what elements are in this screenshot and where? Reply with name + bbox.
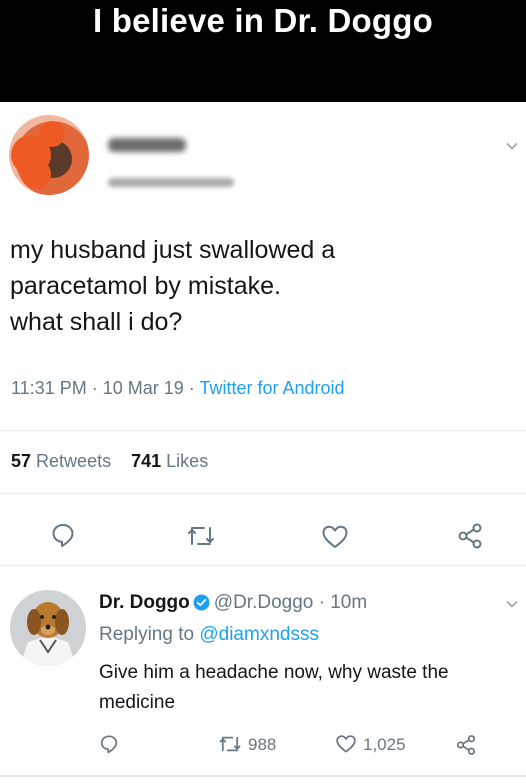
reply-time: 10m bbox=[330, 592, 368, 613]
share-icon bbox=[456, 735, 476, 755]
reply-like-count: 1,025 bbox=[363, 735, 406, 754]
reply-icon[interactable] bbox=[50, 522, 76, 548]
divider bbox=[0, 493, 526, 494]
divider bbox=[0, 775, 526, 777]
author-name-redacted bbox=[108, 138, 186, 152]
separator-dot: · bbox=[188, 378, 200, 398]
tweet-stats: 57 Retweets 741 Likes bbox=[11, 451, 208, 472]
reply-author-handle[interactable]: @Dr.Doggo bbox=[214, 592, 314, 613]
reply-share-button[interactable] bbox=[455, 734, 483, 757]
meme-caption-banner: I believe in Dr. Doggo bbox=[0, 0, 526, 102]
tweet-line: paracetamol by mistake. bbox=[10, 272, 281, 300]
chevron-down-icon[interactable] bbox=[506, 598, 518, 610]
reply-retweet-button[interactable]: 988 bbox=[218, 734, 276, 755]
separator-dot: · bbox=[91, 378, 103, 398]
reply-header: Dr. Doggo @Dr.Doggo · 10m bbox=[99, 592, 367, 614]
retweet-icon[interactable] bbox=[186, 524, 216, 548]
reply-text: Give him a headache now, why waste the m… bbox=[99, 658, 499, 718]
reply-author-name[interactable]: Dr. Doggo bbox=[99, 592, 190, 613]
replying-to-handle[interactable]: @diamxndsss bbox=[199, 624, 319, 645]
heart-icon[interactable] bbox=[321, 524, 349, 550]
meme-caption: I believe in Dr. Doggo bbox=[93, 2, 433, 39]
tweet-time: 11:31 PM bbox=[11, 378, 87, 398]
reply-author-avatar[interactable] bbox=[10, 590, 86, 666]
separator-dot: · bbox=[318, 592, 325, 613]
retweet-label: Retweets bbox=[36, 451, 112, 471]
reply-line: Give him a headache now, why waste the bbox=[99, 662, 449, 683]
tweet-meta: 11:31 PM · 10 Mar 19 · Twitter for Andro… bbox=[11, 378, 345, 399]
like-label: Likes bbox=[166, 451, 209, 471]
reply-reply-button[interactable] bbox=[99, 734, 125, 755]
divider bbox=[0, 565, 526, 566]
dog-doctor-image bbox=[10, 590, 86, 666]
chevron-down-icon[interactable] bbox=[506, 140, 518, 152]
tweet-line: what shall i do? bbox=[10, 308, 183, 336]
replying-to: Replying to @diamxndsss bbox=[99, 624, 319, 646]
divider bbox=[0, 430, 526, 431]
reply-icon bbox=[100, 735, 118, 754]
tweet-date: 10 Mar 19 bbox=[102, 378, 184, 398]
share-icon[interactable] bbox=[456, 522, 484, 550]
reply-line: medicine bbox=[99, 692, 176, 713]
tweet-text: my husband just swallowed a paracetamol … bbox=[10, 232, 510, 340]
verified-badge-icon bbox=[193, 594, 210, 611]
likes-stat[interactable]: 741 Likes bbox=[131, 451, 208, 471]
replying-prefix: Replying to bbox=[99, 624, 195, 645]
retweet-icon bbox=[219, 736, 241, 752]
retweets-stat[interactable]: 57 Retweets bbox=[11, 451, 111, 471]
heart-icon bbox=[336, 735, 356, 753]
reply-retweet-count: 988 bbox=[248, 735, 277, 754]
like-count: 741 bbox=[131, 451, 162, 471]
tweet-line: my husband just swallowed a bbox=[10, 236, 336, 264]
tweet-source-link[interactable]: Twitter for Android bbox=[199, 378, 344, 398]
author-handle-redacted bbox=[108, 178, 234, 187]
reply-like-button[interactable]: 1,025 bbox=[335, 734, 406, 755]
retweet-count: 57 bbox=[11, 451, 32, 471]
author-avatar[interactable] bbox=[9, 115, 89, 195]
